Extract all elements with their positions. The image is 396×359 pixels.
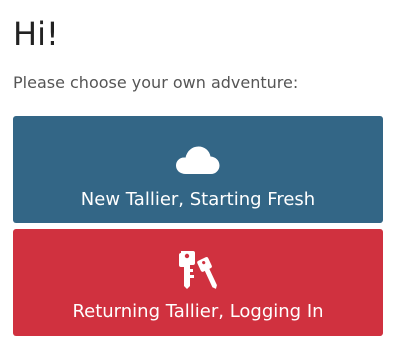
page-title: Hi! bbox=[13, 15, 59, 53]
returning-tallier-label: Returning Tallier, Logging In bbox=[72, 301, 324, 322]
returning-tallier-button[interactable]: Returning Tallier, Logging In bbox=[13, 229, 383, 336]
choose-prompt: Please choose your own adventure: bbox=[13, 73, 299, 92]
keys-icon bbox=[179, 251, 217, 289]
new-tallier-button[interactable]: New Tallier, Starting Fresh bbox=[13, 116, 383, 223]
cloud-icon bbox=[176, 146, 220, 174]
new-tallier-label: New Tallier, Starting Fresh bbox=[80, 189, 316, 210]
